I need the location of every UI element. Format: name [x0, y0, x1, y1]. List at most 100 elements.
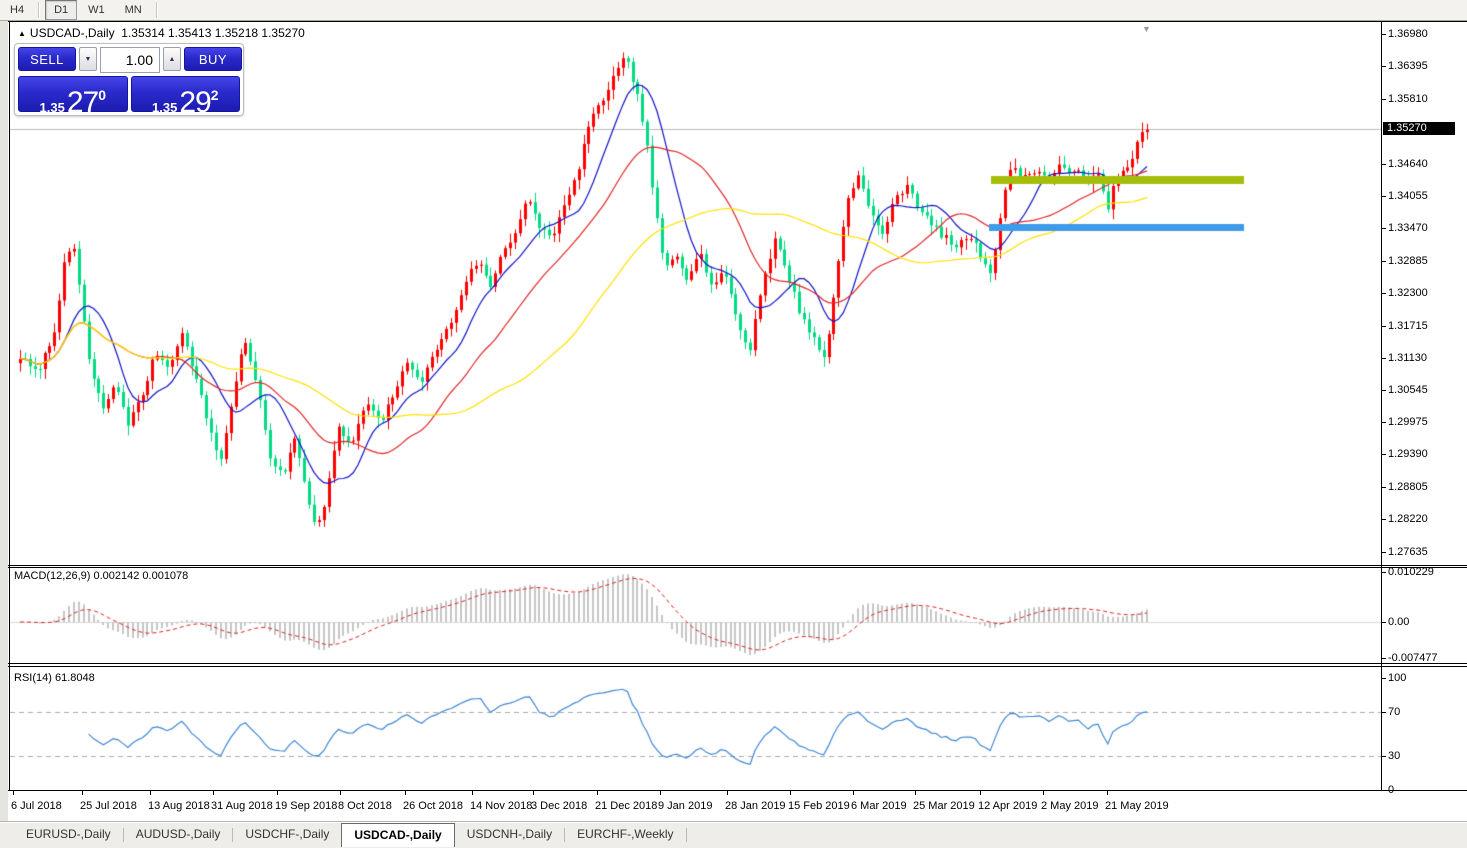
- date-axis-label: 31 Aug 2018: [211, 800, 273, 812]
- pane-border: [8, 666, 1467, 667]
- chart-tab-usdcad[interactable]: USDCAD-,Daily: [341, 823, 454, 847]
- date-axis-label: 25 Mar 2019: [913, 800, 975, 812]
- price-axis-label: 1.29390: [1388, 448, 1428, 460]
- price-axis-border: [1381, 21, 1382, 791]
- chart-tab-usdcnh[interactable]: USDCNH-,Daily: [455, 823, 564, 844]
- date-axis-tick: [277, 791, 278, 795]
- date-axis-tick: [980, 791, 981, 795]
- timeframe-d1-button[interactable]: D1: [45, 0, 77, 20]
- date-axis-label: 25 Jul 2018: [80, 800, 137, 812]
- date-axis-tick: [915, 791, 916, 795]
- volume-decrease-button[interactable]: ▼: [79, 47, 97, 71]
- chart-tab-audusd[interactable]: AUDUSD-,Daily: [124, 823, 233, 844]
- chart-tab-eurchf[interactable]: EURCHF-,Weekly: [565, 823, 685, 844]
- pane-border: [8, 790, 1467, 791]
- price-axis-tick: [1382, 99, 1386, 100]
- price-axis-label: 1.27635: [1388, 546, 1428, 558]
- price-axis-label: 1.35810: [1388, 93, 1428, 105]
- price-axis-tick: [1382, 66, 1386, 67]
- sell-price-base: 1.35: [40, 100, 65, 115]
- mt4-window: H4 D1 W1 MN ▲ USDCAD-,Daily 1.35314 1.354…: [0, 0, 1467, 848]
- date-axis-tick: [405, 791, 406, 795]
- date-axis-label: 3 Dec 2018: [531, 800, 587, 812]
- price-axis-tick: [1382, 293, 1386, 294]
- price-axis-tick: [1382, 552, 1386, 553]
- chart-tab-eurusd[interactable]: EURUSD-,Daily: [14, 823, 123, 844]
- price-axis-label: 1.28805: [1388, 481, 1428, 493]
- date-axis-tick: [533, 791, 534, 795]
- date-axis-label: 6 Mar 2019: [851, 800, 907, 812]
- timeframe-mn-button[interactable]: MN: [116, 0, 151, 20]
- price-axis-label: 1.36980: [1388, 28, 1428, 40]
- pane-border: [8, 565, 1467, 566]
- macd-indicator-label: MACD(12,26,9) 0.002142 0.001078: [14, 570, 188, 582]
- macd-axis-label: -0.007477: [1388, 652, 1438, 664]
- date-axis-label: 8 Oct 2018: [338, 800, 392, 812]
- sell-price-pips: 27: [67, 86, 98, 119]
- sell-price-button[interactable]: 1.35270: [18, 76, 128, 112]
- rsi-axis-label: 0: [1388, 784, 1394, 796]
- price-axis-tick: [1382, 326, 1386, 327]
- buy-price-point: 2: [211, 87, 219, 103]
- buy-button[interactable]: BUY: [184, 47, 242, 71]
- macd-indicator-pane[interactable]: [8, 567, 1382, 663]
- volume-increase-button[interactable]: ▲: [163, 47, 181, 71]
- price-axis-label: 1.31130: [1388, 352, 1427, 364]
- tabbar-scroll-stub: [0, 823, 14, 848]
- rsi-axis-tick: [1382, 678, 1386, 679]
- date-axis-label: 19 Sep 2018: [275, 800, 337, 812]
- timeframe-h4-button[interactable]: H4: [1, 0, 33, 20]
- date-axis-tick: [597, 791, 598, 795]
- macd-axis-tick: [1382, 572, 1386, 573]
- price-axis-label: 1.29975: [1388, 416, 1428, 428]
- date-axis-tick: [150, 791, 151, 795]
- pane-border: [8, 21, 1467, 22]
- date-axis-label: 12 Apr 2019: [978, 800, 1037, 812]
- date-axis-tick: [1043, 791, 1044, 795]
- macd-axis-label: 0.00: [1388, 616, 1409, 628]
- date-axis-tick: [790, 791, 791, 795]
- ohlc-up-arrow-icon: ▲: [18, 29, 26, 38]
- chart-ohlc-values: 1.35314 1.35413 1.35218 1.35270: [121, 26, 305, 40]
- price-axis-label: 1.36395: [1388, 60, 1428, 72]
- date-axis-label: 9 Jan 2019: [658, 800, 712, 812]
- date-axis-label: 13 Aug 2018: [148, 800, 210, 812]
- buy-price-pips: 29: [179, 86, 210, 119]
- date-axis-label: 15 Feb 2019: [788, 800, 850, 812]
- volume-input[interactable]: [100, 47, 160, 73]
- timeframe-toolbar: H4 D1 W1 MN: [0, 0, 1467, 21]
- price-axis-label: 1.28220: [1388, 513, 1428, 525]
- timeframe-w1-button[interactable]: W1: [79, 0, 114, 20]
- price-axis-label: 1.32300: [1388, 287, 1428, 299]
- date-axis-label: 21 Dec 2018: [595, 800, 657, 812]
- rsi-axis-label: 30: [1388, 750, 1400, 762]
- price-axis-label: 1.32885: [1388, 255, 1428, 267]
- macd-axis-label: 0.010229: [1388, 566, 1434, 578]
- rsi-axis-tick: [1382, 756, 1386, 757]
- current-price-tag: 1.35270: [1383, 122, 1455, 135]
- rsi-indicator-pane[interactable]: [8, 667, 1382, 790]
- toolbar-separator: [156, 2, 158, 18]
- date-axis-tick: [82, 791, 83, 795]
- sell-button[interactable]: SELL: [18, 47, 76, 71]
- macd-axis-tick: [1382, 658, 1386, 659]
- tab-separator: [686, 828, 687, 842]
- date-axis-tick: [340, 791, 341, 795]
- date-axis-tick: [13, 791, 14, 795]
- one-click-trading-panel: SELL ▼ ▲ BUY 1.35270 1.35292: [14, 43, 244, 116]
- date-axis-label: 6 Jul 2018: [11, 800, 62, 812]
- rsi-axis-tick: [1382, 790, 1386, 791]
- pane-border: [9, 21, 10, 791]
- date-axis-label: 21 May 2019: [1105, 800, 1169, 812]
- buy-price-button[interactable]: 1.35292: [131, 76, 241, 112]
- date-axis-tick: [660, 791, 661, 795]
- price-axis-tick: [1382, 228, 1386, 229]
- price-axis-tick: [1382, 422, 1386, 423]
- price-axis-tick: [1382, 164, 1386, 165]
- pane-border: [8, 567, 1467, 568]
- macd-axis-tick: [1382, 622, 1386, 623]
- chart-shift-marker-icon[interactable]: ▼: [1142, 24, 1151, 34]
- date-axis-tick: [213, 791, 214, 795]
- price-axis-tick: [1382, 261, 1386, 262]
- chart-tab-usdchf[interactable]: USDCHF-,Daily: [233, 823, 341, 844]
